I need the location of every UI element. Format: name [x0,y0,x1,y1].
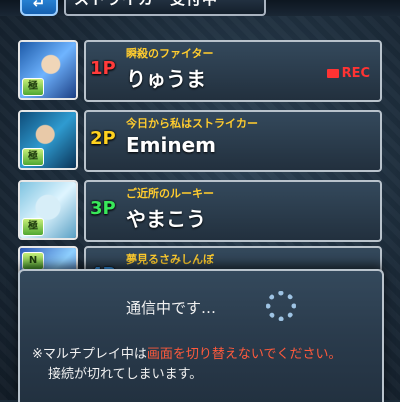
player-panel: 瞬殺のファイター 1P りゅうま REC [84,40,382,102]
player-tagline: 瞬殺のファイター [126,47,214,60]
rank-badge: 極 [22,78,44,96]
player-name: りゅうま [126,67,206,91]
player-name: やまこう [126,207,206,231]
dialog-note: ※マルチプレイ中は画面を切り替えないでください。 [32,343,342,362]
player-row-2: 極 今日から私はストライカー 2P Eminem [18,110,382,172]
rank-badge: 極 [22,148,44,166]
top-bar: ↵ ストライカー受付中 [0,0,400,16]
player-name: Eminem [126,133,216,157]
rank-badge: 極 [22,218,44,236]
rec-label: REC [341,66,370,81]
player-tagline: ご近所のルーキー [126,187,214,200]
back-button[interactable]: ↵ [20,0,58,16]
player-tagline: 今日から私はストライカー [126,117,258,130]
dialog-note-line2: 接続が切れてしまいます。 [48,367,203,382]
player-panel: ご近所のルーキー 3P やまこう [84,180,382,242]
note-warning: 画面を切り替えないでください。 [146,347,342,362]
player-panel: 今日から私はストライカー 2P Eminem [84,110,382,172]
player-row-1: 極 瞬殺のファイター 1P りゅうま REC [18,40,382,102]
note-prefix: ※マルチプレイ中は [32,347,147,362]
rank-badge: N [22,252,44,270]
connecting-dialog: 通信中です… ※マルチプレイ中は画面を切り替えないでください。 接続が切れてしま… [18,269,384,402]
dialog-message: 通信中です… [126,299,217,317]
loading-spinner-icon [266,291,296,321]
monster-avatar: 極 [18,110,78,170]
player-tagline: 夢見るさみしんぼ [126,253,214,266]
player-number: 2P [90,128,116,149]
monster-avatar: 極 [18,40,78,100]
rec-indicator: REC [326,66,370,81]
player-row-3: 極 ご近所のルーキー 3P やまこう [18,180,382,242]
video-camera-icon [326,69,339,78]
screen-title: ストライカー受付中 [64,0,266,16]
player-number: 1P [90,58,116,79]
player-number: 3P [90,198,116,219]
monster-avatar: 極 [18,180,78,240]
